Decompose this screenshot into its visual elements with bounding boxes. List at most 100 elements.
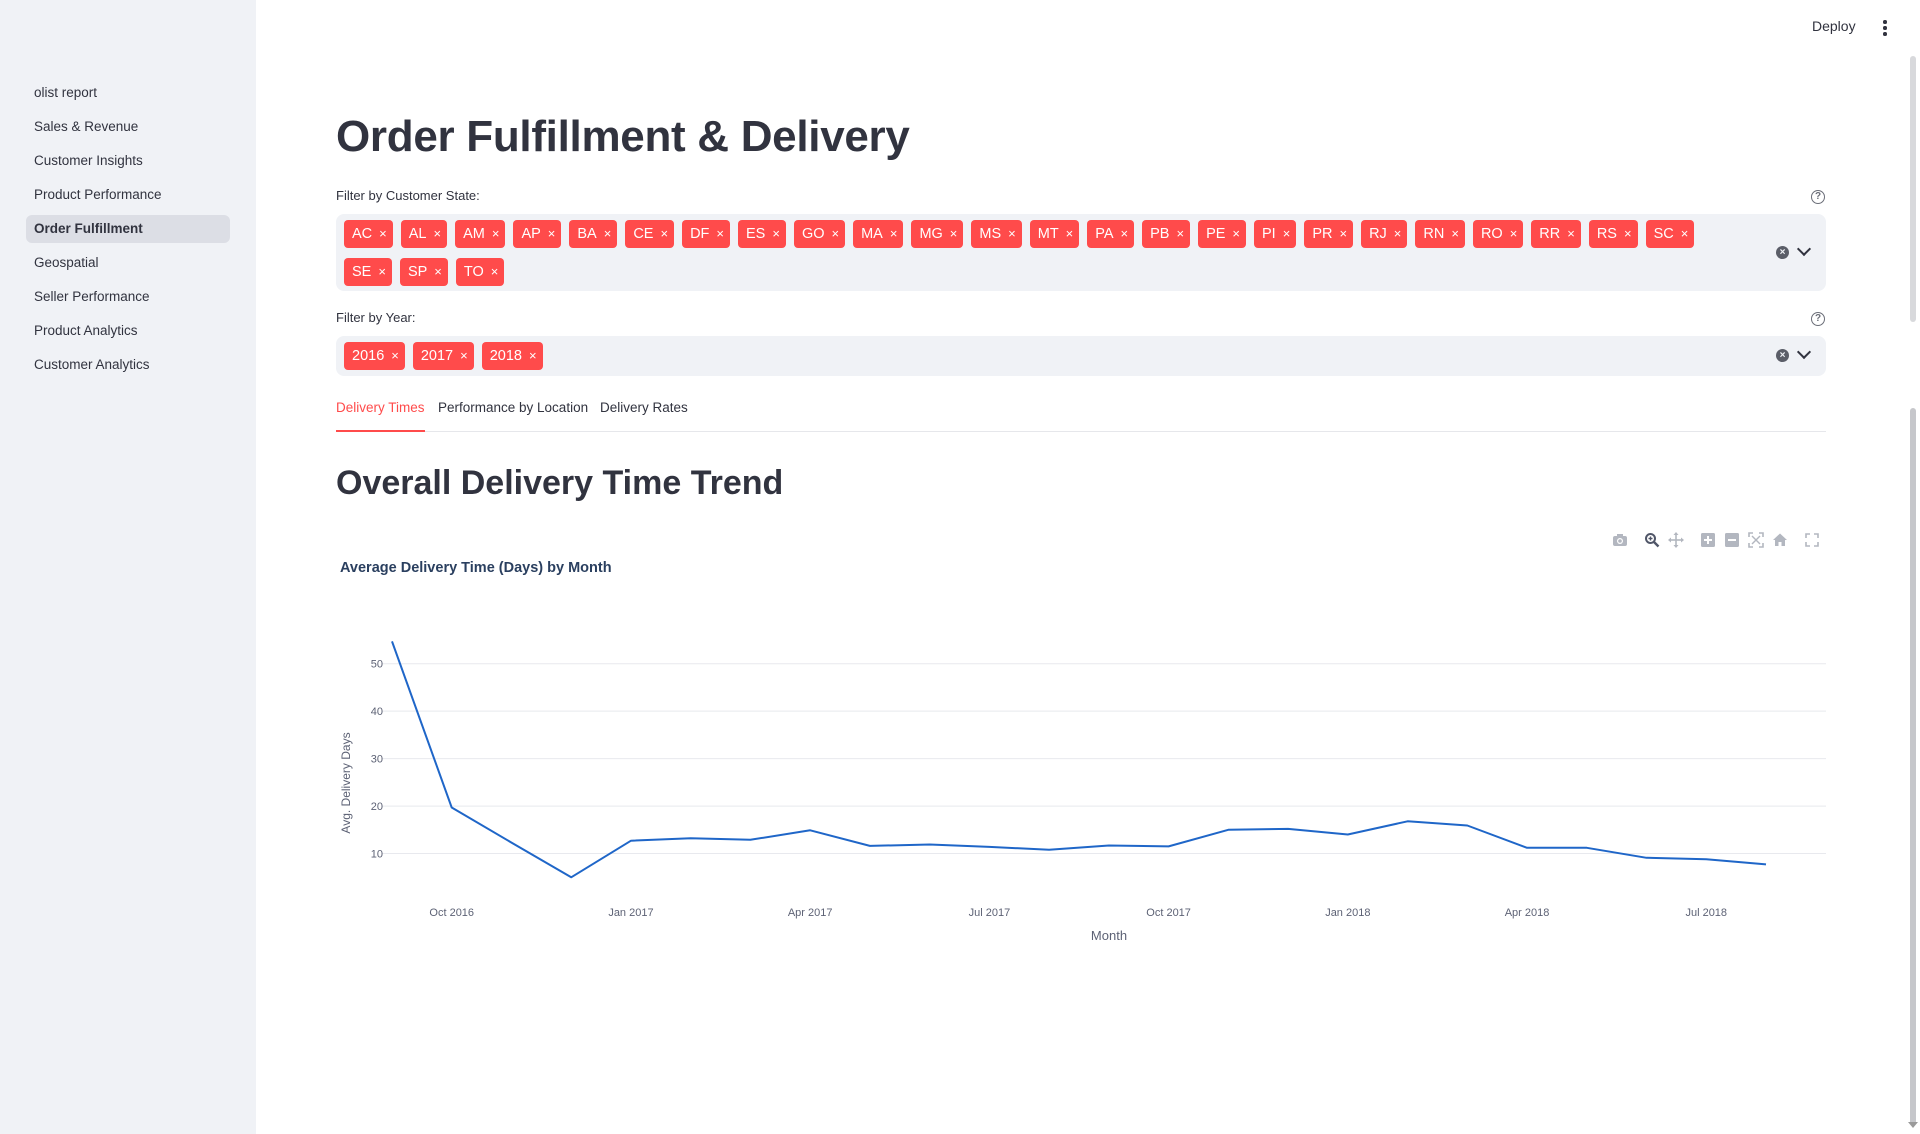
filter-chip-mt[interactable]: MT × <box>1029 220 1080 248</box>
remove-chip-icon[interactable]: × <box>1510 220 1518 248</box>
tab-performance-by-location[interactable]: Performance by Location <box>438 400 588 432</box>
remove-chip-icon[interactable]: × <box>1232 220 1240 248</box>
clear-all-icon[interactable]: × <box>1776 246 1789 259</box>
scrollbar-thumb[interactable] <box>1910 408 1916 1126</box>
zoom-in-icon[interactable] <box>1700 532 1716 548</box>
filter-chip-ro[interactable]: RO × <box>1472 220 1524 248</box>
camera-icon[interactable] <box>1612 532 1628 548</box>
tab-delivery-rates[interactable]: Delivery Rates <box>600 400 688 432</box>
remove-chip-icon[interactable]: × <box>772 220 780 248</box>
remove-chip-icon[interactable]: × <box>1394 220 1402 248</box>
sidebar-item-customer-insights[interactable]: Customer Insights <box>26 147 230 175</box>
remove-chip-icon[interactable]: × <box>1176 220 1184 248</box>
remove-chip-icon[interactable]: × <box>1681 220 1689 248</box>
remove-chip-icon[interactable]: × <box>950 220 958 248</box>
sidebar-item-product-analytics[interactable]: Product Analytics <box>26 317 230 345</box>
filter-chip-se[interactable]: SE × <box>344 258 392 286</box>
filter-chip-rr[interactable]: RR × <box>1531 220 1581 248</box>
remove-chip-icon[interactable]: × <box>1066 220 1074 248</box>
filter-chip-rn[interactable]: RN × <box>1415 220 1465 248</box>
remove-chip-icon[interactable]: × <box>1283 220 1291 248</box>
filter-chip-ac[interactable]: AC × <box>344 220 393 248</box>
remove-chip-icon[interactable]: × <box>1008 220 1016 248</box>
pan-icon[interactable] <box>1668 532 1684 548</box>
chip-label: AM <box>463 226 485 242</box>
remove-chip-icon[interactable]: × <box>460 342 468 370</box>
chevron-down-icon[interactable] <box>1796 241 1812 257</box>
year-filter-help-icon[interactable]: ? <box>1811 312 1825 326</box>
remove-chip-icon[interactable]: × <box>1567 220 1575 248</box>
filter-chip-2016[interactable]: 2016 × <box>344 342 405 370</box>
chevron-down-icon[interactable] <box>1796 344 1812 360</box>
remove-chip-icon[interactable]: × <box>660 220 668 248</box>
sidebar-item-olist-report[interactable]: olist report <box>26 79 230 107</box>
remove-chip-icon[interactable]: × <box>890 220 898 248</box>
filter-chip-pe[interactable]: PE × <box>1198 220 1247 248</box>
filter-chip-ms[interactable]: MS × <box>971 220 1022 248</box>
remove-chip-icon[interactable]: × <box>1451 220 1459 248</box>
chip-label: MG <box>919 226 943 242</box>
filter-chip-sc[interactable]: SC × <box>1645 220 1695 248</box>
scroll-down-arrow-icon[interactable] <box>1908 1122 1918 1128</box>
filter-chip-pi[interactable]: PI × <box>1254 220 1297 248</box>
year-filter-multiselect[interactable]: 2016 × 2017 × 2018 × × <box>336 336 1826 376</box>
filter-chip-pr[interactable]: PR × <box>1304 220 1354 248</box>
reset-axes-home-icon[interactable] <box>1772 532 1788 548</box>
remove-chip-icon[interactable]: × <box>1339 220 1347 248</box>
remove-chip-icon[interactable]: × <box>434 258 442 286</box>
autoscale-icon[interactable] <box>1748 532 1764 548</box>
remove-chip-icon[interactable]: × <box>529 342 537 370</box>
remove-chip-icon[interactable]: × <box>832 220 840 248</box>
remove-chip-icon[interactable]: × <box>434 220 442 248</box>
filter-chip-ce[interactable]: CE × <box>625 220 675 248</box>
sidebar-item-product-performance[interactable]: Product Performance <box>26 181 230 209</box>
zoom-icon[interactable] <box>1644 532 1660 548</box>
zoom-out-icon[interactable] <box>1724 532 1740 548</box>
main-menu-icon[interactable] <box>1882 20 1888 38</box>
line-chart[interactable]: 10 20 30 40 50 Oct 2016 Jan 2017 Apr 2017 Jul 2… <box>336 590 1826 950</box>
sidebar-item-customer-analytics[interactable]: Customer Analytics <box>26 351 230 379</box>
y-tick-label: 50 <box>371 659 383 671</box>
state-filter-help-icon[interactable]: ? <box>1811 190 1825 204</box>
filter-chip-pa[interactable]: PA × <box>1087 220 1135 248</box>
filter-chip-rj[interactable]: RJ × <box>1361 220 1408 248</box>
filter-chip-to[interactable]: TO × <box>455 258 505 286</box>
chip-label: AC <box>352 226 373 242</box>
filter-chip-pb[interactable]: PB × <box>1142 220 1191 248</box>
remove-chip-icon[interactable]: × <box>378 258 386 286</box>
scrollbar-thumb-upper[interactable] <box>1910 56 1916 322</box>
sidebar-item-seller-performance[interactable]: Seller Performance <box>26 283 230 311</box>
remove-chip-icon[interactable]: × <box>491 258 499 286</box>
clear-all-icon[interactable]: × <box>1776 349 1789 362</box>
remove-chip-icon[interactable]: × <box>1121 220 1129 248</box>
chart-title: Average Delivery Time (Days) by Month <box>340 560 612 576</box>
filter-chip-es[interactable]: ES × <box>738 220 786 248</box>
remove-chip-icon[interactable]: × <box>492 220 500 248</box>
remove-chip-icon[interactable]: × <box>391 342 399 370</box>
fullscreen-icon[interactable] <box>1804 532 1820 548</box>
state-filter-multiselect[interactable]: AC × AL × AM × AP × BA × CE × DF × ES × GO × MA × MG × MS × MT × P… <box>336 214 1826 291</box>
tab-delivery-times[interactable]: Delivery Times <box>336 400 425 432</box>
sidebar-item-sales-revenue[interactable]: Sales & Revenue <box>26 113 230 141</box>
filter-chip-mg[interactable]: MG × <box>911 220 964 248</box>
filter-chip-df[interactable]: DF × <box>682 220 730 248</box>
filter-chip-ap[interactable]: AP × <box>513 220 562 248</box>
filter-chip-rs[interactable]: RS × <box>1588 220 1638 248</box>
sidebar-item-geospatial[interactable]: Geospatial <box>26 249 230 277</box>
filter-chip-2018[interactable]: 2018 × <box>481 342 543 370</box>
filter-chip-al[interactable]: AL × <box>400 220 448 248</box>
filter-chip-am[interactable]: AM × <box>455 220 506 248</box>
sidebar-item-order-fulfillment[interactable]: Order Fulfillment <box>26 215 230 243</box>
remove-chip-icon[interactable]: × <box>379 220 387 248</box>
filter-chip-ma[interactable]: MA × <box>853 220 904 248</box>
remove-chip-icon[interactable]: × <box>716 220 724 248</box>
remove-chip-icon[interactable]: × <box>1624 220 1632 248</box>
filter-chip-go[interactable]: GO × <box>793 220 846 248</box>
filter-chip-ba[interactable]: BA × <box>569 220 618 248</box>
remove-chip-icon[interactable]: × <box>548 220 556 248</box>
filter-chip-sp[interactable]: SP × <box>399 258 448 286</box>
filter-chip-2017[interactable]: 2017 × <box>412 342 474 370</box>
remove-chip-icon[interactable]: × <box>604 220 612 248</box>
deploy-button[interactable]: Deploy <box>1812 18 1856 34</box>
chip-label: GO <box>801 226 825 242</box>
